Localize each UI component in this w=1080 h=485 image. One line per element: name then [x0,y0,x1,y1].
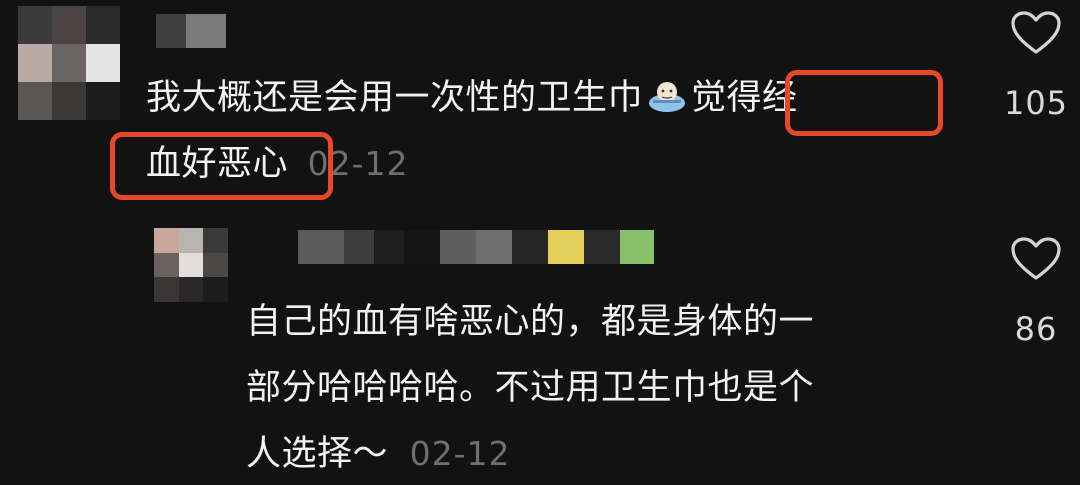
comment-text-highlighted: 觉得经 [691,78,798,118]
like-count: 86 [1014,310,1058,348]
heart-outline-icon [1011,237,1061,280]
reply-line-1: 自己的血有啥恶心的，都是身体的一 [246,302,815,342]
comment-body: 我大概还是会用一次性的卫生巾 觉得经 [146,70,798,126]
comment-date: 02-12 [409,434,511,473]
reply-line-3: 人选择～ 02-12 [246,426,511,482]
avatar[interactable] [154,228,228,302]
like-button[interactable]: 105 [996,10,1076,122]
highlight-box [110,132,333,200]
heart-outline-icon [1011,11,1061,54]
username[interactable] [156,14,226,48]
sticker-emoji-icon [647,74,687,112]
reply-line-3-text: 人选择～ [246,434,389,474]
highlight-box [785,70,943,136]
username[interactable] [298,230,654,264]
comment-thread: 我大概还是会用一次性的卫生巾 觉得经 血好恶心 02-12 105 自己的血有啥… [0,0,1080,485]
comment-text: 我大概还是会用一次性的卫生巾 [146,78,644,118]
like-count: 105 [1003,84,1069,122]
reply-line-2: 部分哈哈哈哈。不过用卫生巾也是个 [246,368,815,408]
like-button[interactable]: 86 [996,236,1076,348]
avatar[interactable] [18,6,120,120]
